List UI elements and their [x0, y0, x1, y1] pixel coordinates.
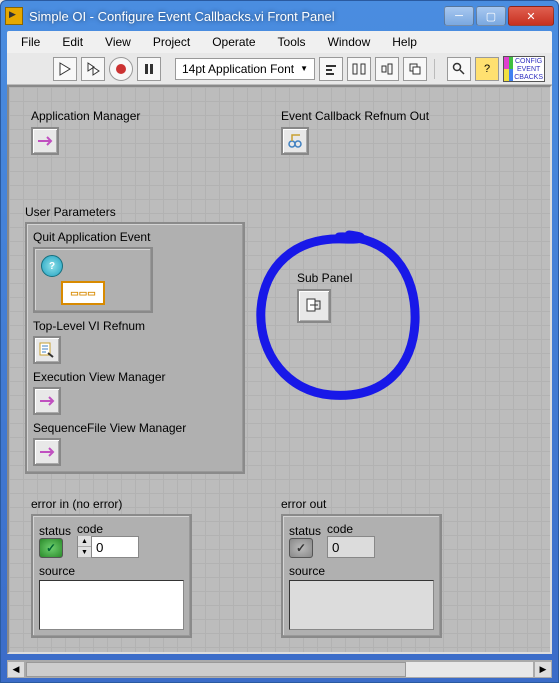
event-ref-icon: ▭▭▭: [61, 281, 105, 305]
run-button[interactable]: [53, 57, 77, 81]
scroll-right-button[interactable]: ▶: [534, 661, 552, 678]
vi-icon: [5, 7, 23, 25]
menu-edit[interactable]: Edit: [52, 33, 93, 51]
reorder-button[interactable]: [403, 57, 427, 81]
menu-help[interactable]: Help: [382, 33, 427, 51]
resize-button[interactable]: [375, 57, 399, 81]
error-in-source-input[interactable]: [39, 580, 184, 630]
help-button[interactable]: ?: [475, 57, 499, 81]
front-panel-canvas[interactable]: Application Manager Event Callback Refnu…: [7, 85, 552, 654]
menu-file[interactable]: File: [11, 33, 50, 51]
error-in-status-label: status: [39, 524, 71, 538]
user-params-cluster[interactable]: Quit Application Event ? ▭▭▭ Top-Level V…: [25, 222, 245, 474]
run-continuous-button[interactable]: [81, 57, 105, 81]
seqfile-view-mgr-refnum[interactable]: [33, 438, 61, 466]
error-out-cluster[interactable]: status ✓ code source: [281, 514, 442, 638]
font-selector[interactable]: 14pt Application Font ▼: [175, 58, 315, 80]
distribute-button[interactable]: [347, 57, 371, 81]
event-icon: ?: [41, 255, 63, 277]
toolbar: 14pt Application Font ▼ ? CONFIG EVENT C…: [7, 53, 552, 85]
app-window: Simple OI - Configure Event Callbacks.vi…: [0, 0, 559, 683]
error-out-code-value: [328, 537, 374, 557]
error-out-source-label: source: [289, 564, 434, 578]
h-scrollbar[interactable]: ◀ ▶: [7, 660, 552, 678]
vi-icon-badge[interactable]: CONFIG EVENT CBACKS: [503, 56, 545, 82]
menu-view[interactable]: View: [95, 33, 141, 51]
spinner-down[interactable]: ▼: [78, 547, 91, 558]
error-in-source-label: source: [39, 564, 184, 578]
error-out-status-led: ✓: [289, 538, 313, 558]
sub-panel-control[interactable]: [297, 289, 331, 323]
error-in-code-label: code: [77, 522, 139, 536]
exec-view-mgr-refnum[interactable]: [33, 387, 61, 415]
scroll-left-button[interactable]: ◀: [7, 661, 25, 678]
error-out-title: error out: [281, 497, 442, 511]
error-in-title: error in (no error): [31, 497, 192, 511]
maximize-button[interactable]: ▢: [476, 6, 506, 26]
error-in-code-control[interactable]: ▲▼: [77, 536, 139, 558]
chevron-down-icon: ▼: [300, 64, 308, 73]
quit-app-event-cluster[interactable]: ? ▭▭▭: [33, 247, 153, 313]
abort-button[interactable]: [109, 57, 133, 81]
error-out-source-value: [289, 580, 434, 630]
close-button[interactable]: ✕: [508, 6, 554, 26]
menu-operate[interactable]: Operate: [202, 33, 265, 51]
window-title: Simple OI - Configure Event Callbacks.vi…: [29, 9, 444, 24]
error-in-cluster[interactable]: status ✓ code ▲▼ source: [31, 514, 192, 638]
error-out-code-label: code: [327, 522, 375, 536]
error-in-status-led[interactable]: ✓: [39, 538, 63, 558]
top-vi-refnum[interactable]: [33, 336, 61, 364]
error-in-code-input[interactable]: [92, 537, 138, 557]
align-button[interactable]: [319, 57, 343, 81]
app-manager-label: Application Manager: [31, 109, 140, 123]
error-out-status-label: status: [289, 524, 321, 538]
menu-window[interactable]: Window: [318, 33, 381, 51]
error-out-code-indicator: [327, 536, 375, 558]
pause-button[interactable]: [137, 57, 161, 81]
event-cb-refnum-label: Event Callback Refnum Out: [281, 109, 429, 123]
spinner-up[interactable]: ▲: [78, 536, 91, 547]
menu-tools[interactable]: Tools: [268, 33, 316, 51]
minimize-button[interactable]: ─: [444, 6, 474, 26]
menu-project[interactable]: Project: [143, 33, 200, 51]
titlebar[interactable]: Simple OI - Configure Event Callbacks.vi…: [1, 1, 558, 31]
scroll-thumb[interactable]: [26, 662, 406, 677]
seqfile-view-mgr-label: SequenceFile View Manager: [33, 421, 237, 435]
search-button[interactable]: [447, 57, 471, 81]
exec-view-mgr-label: Execution View Manager: [33, 370, 237, 384]
user-params-label: User Parameters: [25, 205, 245, 219]
top-vi-refnum-label: Top-Level VI Refnum: [33, 319, 237, 333]
sub-panel-label: Sub Panel: [297, 271, 352, 285]
quit-app-event-label: Quit Application Event: [33, 230, 237, 244]
app-manager-refnum[interactable]: [31, 127, 59, 155]
menubar: File Edit View Project Operate Tools Win…: [7, 31, 552, 53]
font-label: 14pt Application Font: [182, 62, 294, 76]
event-cb-refnum[interactable]: [281, 127, 309, 155]
